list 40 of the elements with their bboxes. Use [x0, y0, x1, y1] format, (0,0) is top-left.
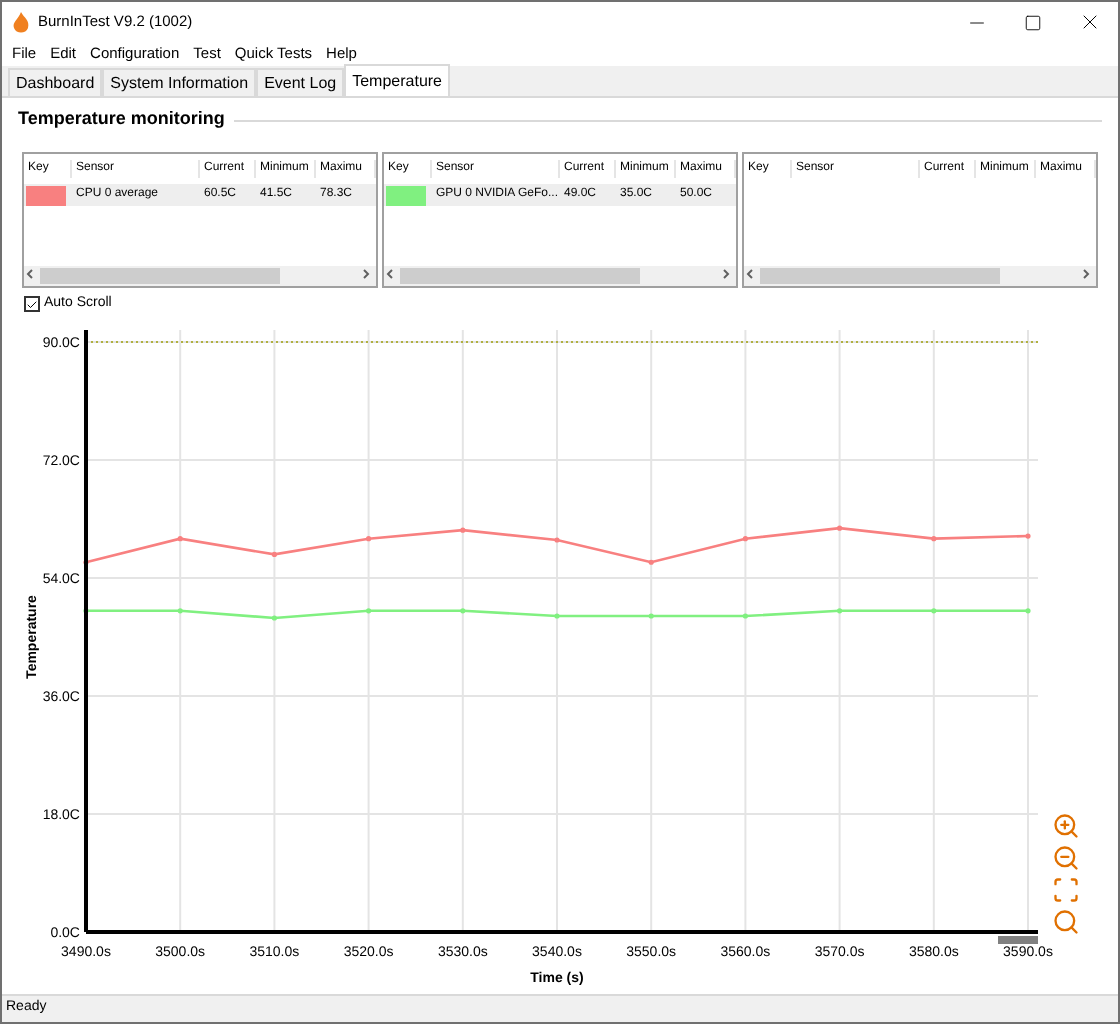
zoom-in-icon[interactable] — [1052, 812, 1080, 840]
data-point — [1025, 608, 1031, 614]
data-point — [366, 536, 372, 542]
zoom-out-icon[interactable] — [1052, 844, 1080, 872]
horizontal-scrollbar[interactable] — [24, 266, 376, 286]
tab[interactable]: Dashboard — [8, 68, 103, 96]
scroll-thumb[interactable] — [400, 268, 640, 284]
data-point — [460, 527, 466, 533]
horizontal-scrollbar[interactable] — [744, 266, 1096, 286]
zoom-reset-icon[interactable] — [1052, 908, 1080, 936]
data-point — [554, 613, 560, 619]
data-point — [742, 536, 748, 542]
tab[interactable]: Temperature — [344, 64, 451, 96]
section-heading: Temperature monitoring — [18, 106, 225, 133]
data-point — [742, 613, 748, 619]
data-point — [177, 608, 183, 614]
flame-icon — [12, 11, 30, 33]
scroll-thumb[interactable] — [40, 268, 280, 284]
data-point — [271, 615, 277, 621]
auto-scroll-checkbox[interactable] — [24, 296, 40, 312]
data-point — [554, 537, 560, 543]
data-point — [177, 536, 183, 542]
data-point — [931, 608, 937, 614]
scroll-thumb[interactable] — [760, 268, 1000, 284]
data-point — [366, 608, 372, 614]
data-point — [931, 536, 937, 542]
data-point — [271, 551, 277, 557]
horizontal-scrollbar[interactable] — [384, 266, 736, 286]
data-point — [837, 525, 843, 531]
tab[interactable]: Event Log — [256, 68, 345, 96]
data-point — [648, 613, 654, 619]
data-point — [837, 608, 843, 614]
close-icon[interactable] — [1078, 10, 1102, 34]
chart-scrollbar[interactable] — [998, 936, 1038, 944]
zoom-fit-icon[interactable] — [1052, 876, 1080, 904]
data-point — [460, 608, 466, 614]
maximize-icon[interactable] — [1024, 13, 1042, 31]
data-point — [648, 559, 654, 565]
data-point — [1025, 533, 1031, 539]
tab[interactable]: System Information — [102, 68, 257, 96]
